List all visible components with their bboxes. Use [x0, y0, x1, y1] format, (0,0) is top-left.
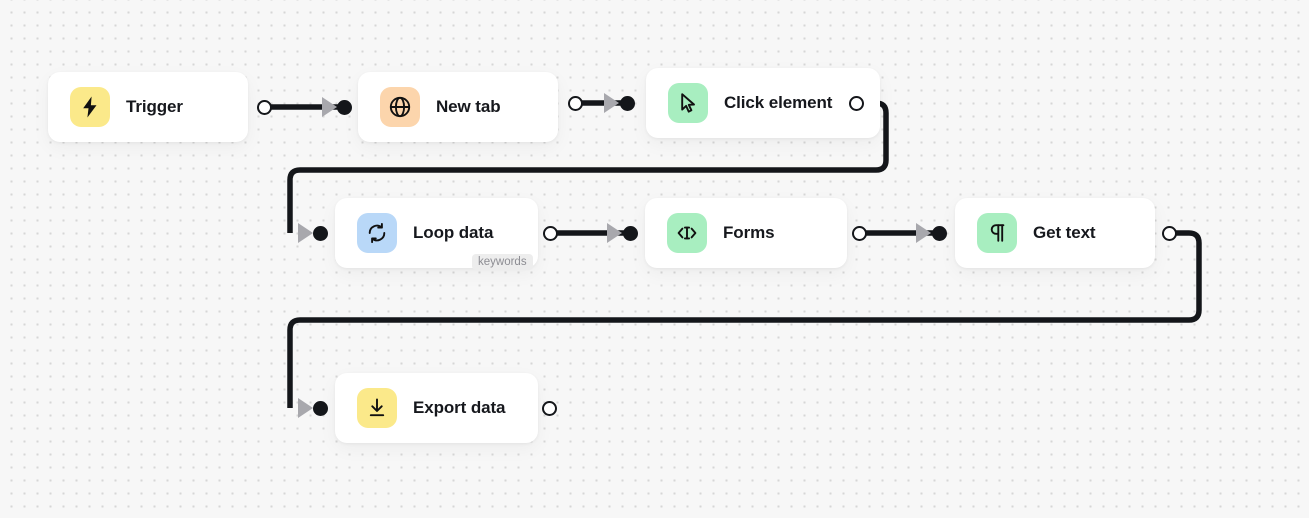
arrowhead-click-element [604, 93, 619, 113]
port-loop-data-out[interactable] [543, 226, 558, 241]
node-label: Export data [413, 398, 506, 417]
port-new-tab-in[interactable] [337, 100, 352, 115]
node-label: Get text [1033, 223, 1096, 242]
node-export-data[interactable]: Export data [335, 373, 538, 443]
port-export-data-in[interactable] [313, 401, 328, 416]
port-get-text-in[interactable] [932, 226, 947, 241]
node-get-text[interactable]: Get text [955, 198, 1155, 268]
cursor-arrow-icon [668, 83, 708, 123]
arrowhead-export-data [298, 398, 313, 418]
pilcrow-icon [977, 213, 1017, 253]
node-label: Click element [724, 93, 833, 112]
node-subtitle-keywords: keywords [472, 254, 533, 270]
form-input-code-icon [667, 213, 707, 253]
port-new-tab-out[interactable] [568, 96, 583, 111]
port-export-data-out[interactable] [542, 401, 557, 416]
arrowhead-new-tab [322, 97, 337, 117]
port-forms-out[interactable] [852, 226, 867, 241]
node-label: Loop data [413, 223, 494, 242]
port-click-element-in[interactable] [620, 96, 635, 111]
lightning-bolt-icon [70, 87, 110, 127]
port-trigger-out[interactable] [257, 100, 272, 115]
arrowhead-forms [607, 223, 622, 243]
arrowhead-loop-data [298, 223, 313, 243]
workflow-canvas[interactable]: Trigger New tab Click element Loop data … [0, 0, 1309, 518]
port-loop-data-in[interactable] [313, 226, 328, 241]
node-trigger[interactable]: Trigger [48, 72, 248, 142]
node-label: New tab [436, 97, 501, 116]
node-forms[interactable]: Forms [645, 198, 847, 268]
loop-refresh-icon [357, 213, 397, 253]
node-label: Forms [723, 223, 775, 242]
node-new-tab[interactable]: New tab [358, 72, 558, 142]
port-click-element-out[interactable] [849, 96, 864, 111]
globe-icon [380, 87, 420, 127]
port-get-text-out[interactable] [1162, 226, 1177, 241]
arrowhead-get-text [916, 223, 931, 243]
download-icon [357, 388, 397, 428]
node-click-element[interactable]: Click element [646, 68, 880, 138]
node-label: Trigger [126, 97, 183, 116]
port-forms-in[interactable] [623, 226, 638, 241]
